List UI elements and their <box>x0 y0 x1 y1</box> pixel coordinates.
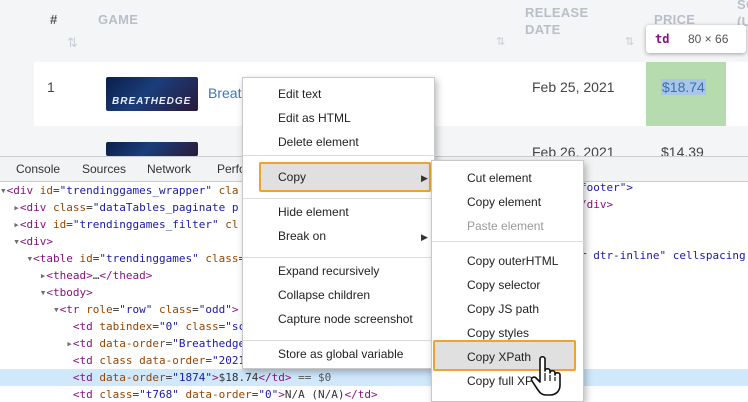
thumbnail-title: BREATHEDGE <box>112 96 192 107</box>
code-fragment: r dtr-inline" cellspacing <box>580 249 746 262</box>
context-menu: Edit text Edit as HTML Delete element Copy H… <box>242 77 436 369</box>
menu-item-capture-node-screenshot[interactable]: Capture node screenshot <box>278 307 428 331</box>
menu-separator <box>243 198 436 199</box>
menu-separator <box>243 340 436 341</box>
menu-item-copy[interactable]: Copy <box>278 165 428 189</box>
submenu-arrow-icon: ▶ <box>421 232 428 242</box>
row-number: 1 <box>47 79 55 95</box>
sort-icon[interactable]: ⇅ <box>625 35 634 48</box>
col-header-num: # <box>50 12 58 27</box>
price-value: $18.74 <box>661 79 706 95</box>
submenu-item-paste-element: Paste element <box>467 219 544 233</box>
expand-toggle-icon[interactable] <box>66 371 73 384</box>
sort-icon[interactable]: ⇅ <box>67 35 78 51</box>
menu-item-store-as-global-variable[interactable]: Store as global variable <box>278 342 428 366</box>
code-fragment: footer"> <box>580 181 633 194</box>
expand-toggle-icon[interactable]: ▾ <box>53 303 60 316</box>
submenu-item-cut-element[interactable]: Cut element <box>467 166 577 190</box>
menu-separator <box>243 257 436 258</box>
tooltip-size: 80 × 66 <box>688 32 729 46</box>
expand-toggle-icon[interactable]: ▾ <box>0 184 7 197</box>
dom-node-selected[interactable]: <td data-order="1874">$18.74</td> == $0 <box>0 369 748 386</box>
menu-item-expand-recursively[interactable]: Expand recursively <box>278 259 428 283</box>
element-tooltip: td 80 × 66 <box>646 25 746 53</box>
sort-icon[interactable]: ⇅ <box>496 35 505 48</box>
menu-item-break-on[interactable]: Break on <box>278 224 428 248</box>
submenu-item-copy-selector[interactable]: Copy selector <box>467 273 577 297</box>
game-thumbnail[interactable] <box>106 142 198 156</box>
tab-network[interactable]: Network <box>147 162 191 176</box>
submenu-arrow-icon: ▶ <box>421 173 428 183</box>
dom-node[interactable]: <td class="t768" data-order="0">N/A (N/A… <box>0 386 748 402</box>
expand-toggle-icon[interactable] <box>66 388 73 401</box>
menu-item-hide-element[interactable]: Hide element <box>278 200 428 224</box>
code-fragment: /div> <box>580 198 614 211</box>
expand-toggle-icon[interactable]: ▸ <box>66 337 73 350</box>
hand-cursor-icon <box>530 355 561 396</box>
submenu-item-copy-styles[interactable]: Copy styles <box>467 321 577 345</box>
tab-console[interactable]: Console <box>16 162 60 176</box>
submenu-item-copy-element[interactable]: Copy element <box>467 190 577 214</box>
expand-toggle-icon[interactable] <box>66 320 73 333</box>
menu-separator <box>243 155 436 156</box>
menu-separator <box>432 241 585 242</box>
expand-toggle-icon[interactable] <box>66 354 73 367</box>
submenu-item-copy-outerhtml[interactable]: Copy outerHTML <box>467 249 577 273</box>
tab-sources[interactable]: Sources <box>82 162 126 176</box>
tooltip-tag: td <box>655 32 670 46</box>
menu-item-collapse-children[interactable]: Collapse children <box>278 283 428 307</box>
expand-toggle-icon[interactable]: ▸ <box>13 201 20 214</box>
col-header-game[interactable]: GAME <box>98 12 138 27</box>
menu-item-edit-as-html[interactable]: Edit as HTML <box>278 106 428 130</box>
menu-item-edit-text[interactable]: Edit text <box>278 82 428 106</box>
expand-toggle-icon[interactable]: ▸ <box>13 218 20 231</box>
submenu-item-copy-js-path[interactable]: Copy JS path <box>467 297 577 321</box>
game-thumbnail[interactable]: BREATHEDGE <box>106 77 198 111</box>
expand-toggle-icon[interactable]: ▾ <box>13 235 20 248</box>
col-header-release[interactable]: RELEASE DATE <box>525 4 589 38</box>
release-date: Feb 25, 2021 <box>532 79 615 95</box>
menu-item-delete-element[interactable]: Delete element <box>278 130 428 154</box>
